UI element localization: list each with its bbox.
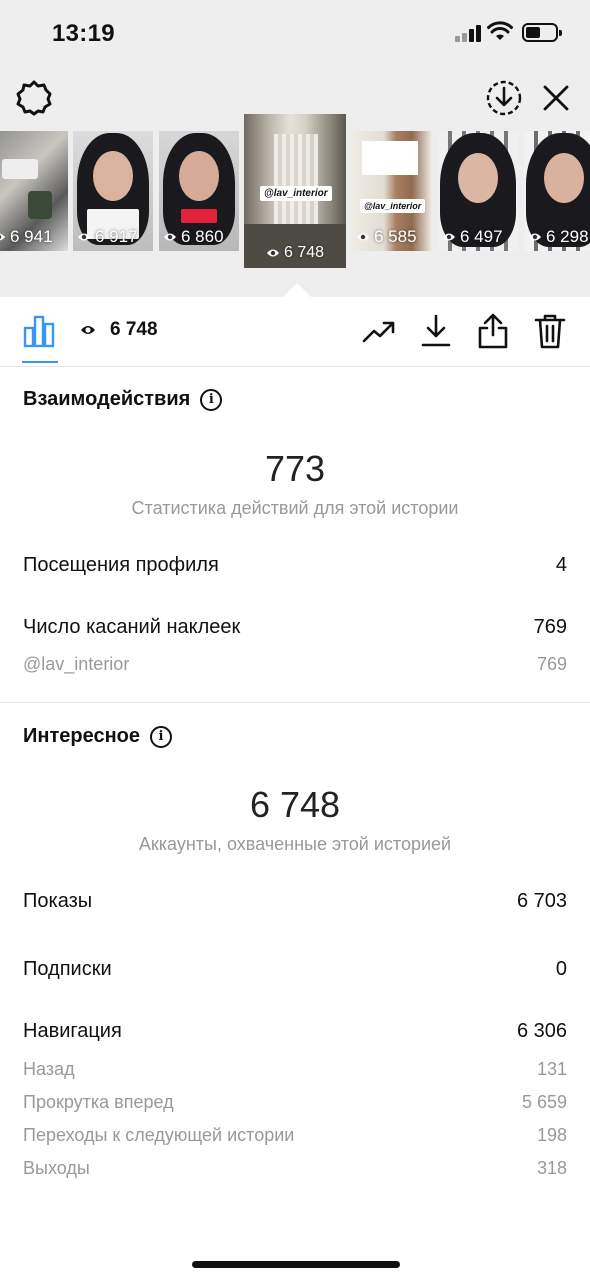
story-views: 6 917	[95, 227, 138, 246]
row-value: 769	[536, 654, 567, 674]
eye-icon	[443, 233, 455, 241]
story-thumbnail[interactable]: 6 941	[0, 131, 68, 251]
row-value: 131	[536, 1059, 567, 1079]
promote-trend-icon[interactable]	[360, 313, 398, 351]
insights-bar-chart-icon[interactable]	[22, 313, 58, 349]
row-value: 6 306	[516, 1020, 567, 1042]
profile-visits-row: Посещения профиля 4	[23, 554, 567, 577]
row-label: Подписки	[23, 958, 112, 980]
eye-icon	[357, 233, 369, 241]
discovery-caption: Аккаунты, охваченные этой историей	[138, 834, 452, 854]
save-circle-download-icon[interactable]	[484, 78, 524, 118]
eye-icon	[81, 326, 95, 334]
row-value: 5 659	[521, 1092, 567, 1112]
row-value: 6 703	[516, 890, 567, 912]
eye-icon	[529, 233, 541, 241]
info-icon[interactable]: i	[200, 388, 223, 411]
row-label: Назад	[23, 1059, 75, 1079]
story-views: 6 860	[181, 227, 224, 246]
row-label: Выходы	[23, 1158, 90, 1178]
discovery-title: Интересное i	[23, 725, 172, 748]
story-thumbnail[interactable]: 6 298	[524, 131, 590, 251]
interactions-caption: Статистика действий для этой истории	[131, 498, 459, 518]
section-divider	[0, 702, 590, 703]
row-label: Показы	[23, 890, 93, 912]
story-views: 6 748	[283, 244, 325, 261]
row-label: Число касаний наклеек	[23, 616, 241, 638]
row-value: 198	[536, 1125, 567, 1145]
nav-forward-row: Прокрутка вперед 5 659	[23, 1092, 567, 1113]
row-value: 0	[555, 958, 567, 980]
story-views: 6 941	[10, 227, 53, 246]
sticker-tag: @lav_interior	[360, 199, 426, 213]
status-bar: 13:19	[0, 0, 590, 66]
impressions-row: Показы 6 703	[23, 890, 567, 913]
row-value: 318	[536, 1158, 567, 1178]
share-icon[interactable]	[474, 311, 512, 351]
close-icon[interactable]	[538, 80, 574, 116]
eye-icon	[164, 233, 176, 241]
insights-toolbar: 6 748	[0, 297, 590, 367]
stories-strip[interactable]: 6 941 6 917 6 860 @lav_interior 6 748 @l…	[0, 114, 590, 268]
row-label: @lav_interior	[23, 654, 130, 674]
row-value: 4	[555, 554, 567, 576]
interactions-title: Взаимодействия i	[23, 388, 223, 411]
active-tab-indicator	[22, 361, 58, 363]
nav-exits-row: Выходы 318	[23, 1158, 567, 1179]
eye-icon	[266, 249, 279, 257]
story-thumbnail[interactable]: 6 860	[159, 131, 239, 251]
info-icon[interactable]: i	[150, 725, 172, 748]
eye-icon	[78, 233, 90, 241]
row-label: Навигация	[23, 1020, 122, 1042]
battery-icon	[522, 23, 562, 42]
story-views: 6 298	[546, 227, 589, 246]
follows-row: Подписки 0	[23, 958, 567, 981]
sticker-detail-row: @lav_interior 769	[23, 654, 567, 675]
wifi-icon	[487, 21, 513, 40]
story-views: 6 585	[374, 227, 417, 246]
status-time: 13:19	[52, 20, 115, 47]
sticker-tag: @lav_interior	[260, 186, 332, 201]
nav-next-story-row: Переходы к следующей истории 198	[23, 1125, 567, 1146]
interactions-total: 773	[264, 448, 326, 489]
story-thumbnail[interactable]: 6 917	[73, 131, 153, 251]
cellular-signal-icon	[455, 24, 483, 42]
discovery-total: 6 748	[249, 784, 341, 825]
viewers-count[interactable]: 6 748	[80, 319, 158, 341]
eye-icon	[0, 233, 5, 241]
sticker-taps-row: Число касаний наклеек 769	[23, 616, 567, 639]
story-views: 6 497	[460, 227, 503, 246]
story-thumbnail-selected[interactable]: @lav_interior 6 748	[244, 114, 346, 268]
row-label: Прокрутка вперед	[23, 1092, 174, 1112]
story-thumbnail[interactable]: @lav_interior 6 585	[352, 131, 432, 251]
interactions-title-text: Взаимодействия	[23, 388, 191, 410]
row-label: Переходы к следующей истории	[23, 1125, 295, 1145]
row-label: Посещения профиля	[23, 554, 219, 576]
home-indicator[interactable]	[192, 1261, 400, 1268]
settings-gear-icon[interactable]	[14, 78, 54, 118]
delete-trash-icon[interactable]	[531, 311, 569, 351]
nav-back-row: Назад 131	[23, 1059, 567, 1080]
selection-pointer	[283, 283, 311, 297]
row-value: 769	[533, 616, 567, 638]
navigation-row: Навигация 6 306	[23, 1020, 567, 1043]
discovery-title-text: Интересное	[23, 725, 140, 747]
story-thumbnail[interactable]: 6 497	[438, 131, 518, 251]
download-icon[interactable]	[417, 311, 455, 351]
viewers-count-value: 6 748	[110, 319, 158, 340]
